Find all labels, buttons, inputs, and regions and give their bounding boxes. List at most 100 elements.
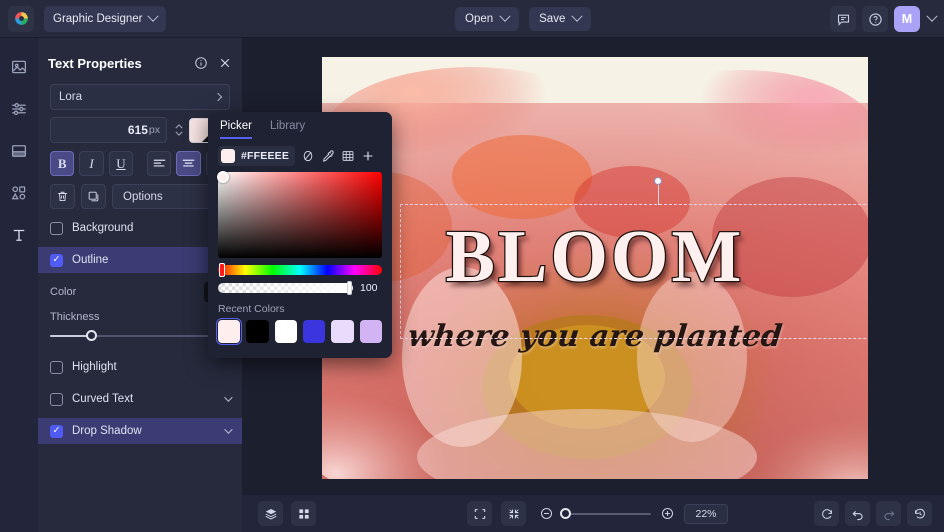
chevron-down-icon — [571, 10, 584, 22]
rail-item-adjust[interactable] — [6, 96, 32, 122]
close-panel-button[interactable] — [218, 56, 232, 70]
zoom-level-value: 22% — [695, 507, 717, 520]
alpha-value: 100 — [360, 282, 378, 294]
rail-item-layout[interactable] — [6, 138, 32, 164]
grid-palette-icon — [342, 151, 354, 161]
help-circle-icon — [868, 12, 882, 26]
duplicate-icon — [88, 191, 99, 202]
open-button[interactable]: Open — [455, 7, 520, 31]
fit-screen-icon — [474, 508, 485, 519]
alpha-knob[interactable] — [347, 281, 352, 295]
rail-item-image[interactable] — [6, 54, 32, 80]
bottom-right-tools — [814, 501, 932, 526]
help-button[interactable] — [862, 6, 888, 32]
recent-color-swatch[interactable] — [274, 320, 297, 343]
hue-knob[interactable] — [219, 263, 225, 277]
zoom-level-input[interactable]: 22% — [684, 503, 728, 524]
comment-button[interactable] — [830, 6, 856, 32]
effect-row-curved-text[interactable]: Curved Text — [38, 386, 242, 412]
picker-tabs: Picker Library — [218, 120, 382, 139]
info-button[interactable] — [194, 56, 208, 70]
tab-picker[interactable]: Picker — [220, 120, 252, 139]
refresh-button[interactable] — [814, 501, 839, 526]
redo-button[interactable] — [876, 501, 901, 526]
top-center-actions: Open Save — [455, 7, 592, 31]
tab-library[interactable]: Library — [270, 120, 305, 139]
outline-checkbox[interactable] — [50, 253, 63, 267]
zoom-slider-knob[interactable] — [560, 507, 571, 519]
document-name-label: Graphic Designer — [53, 12, 143, 25]
sv-cursor[interactable] — [217, 171, 229, 183]
add-color-button[interactable] — [360, 149, 375, 164]
slider-track[interactable] — [50, 330, 230, 341]
recent-colors-list — [215, 318, 382, 345]
recent-color-swatch[interactable] — [359, 320, 382, 343]
undo-button[interactable] — [845, 501, 870, 526]
shrink-button[interactable] — [501, 501, 526, 526]
drop-shadow-checkbox[interactable] — [50, 424, 63, 438]
palette-grid-button[interactable] — [340, 149, 355, 164]
text-style-buttons: B I U — [50, 151, 231, 176]
font-size-stepper[interactable] — [175, 124, 183, 136]
zoom-in-icon — [661, 507, 674, 520]
effect-row-drop-shadow[interactable]: Drop Shadow — [38, 418, 242, 444]
zoom-in-button[interactable] — [660, 506, 675, 521]
font-family-select[interactable]: Lora — [50, 84, 230, 110]
page-title: Text Properties — [48, 55, 142, 71]
stepper-up-icon[interactable] — [175, 124, 183, 129]
panel-header-icons — [194, 56, 232, 70]
duplicate-button[interactable] — [81, 184, 106, 209]
slider-knob[interactable] — [85, 330, 97, 341]
fit-screen-button[interactable] — [467, 501, 492, 526]
color-wheel-logo-icon — [14, 12, 28, 25]
history-icon — [914, 508, 925, 518]
redo-icon — [883, 510, 894, 520]
zoom-slider[interactable] — [560, 507, 651, 519]
layers-button[interactable] — [258, 501, 283, 526]
avatar[interactable]: M — [894, 6, 920, 32]
recent-color-swatch[interactable] — [331, 320, 354, 343]
history-button[interactable] — [907, 501, 932, 526]
align-center-button[interactable] — [176, 151, 201, 176]
chevron-down-icon[interactable] — [224, 425, 233, 434]
recent-colors-label: Recent Colors — [218, 303, 285, 315]
grid-view-icon — [298, 508, 309, 519]
background-checkbox[interactable] — [50, 221, 63, 235]
chevron-down-icon[interactable] — [224, 393, 233, 402]
grid-view-button[interactable] — [291, 501, 316, 526]
bold-button[interactable]: B — [50, 151, 75, 176]
account-chevron-down-icon[interactable] — [926, 10, 938, 22]
align-left-button[interactable] — [146, 151, 172, 176]
alpha-slider[interactable] — [218, 281, 353, 295]
rail-item-shapes[interactable] — [6, 180, 32, 206]
rail-item-text[interactable] — [6, 222, 32, 248]
recent-color-swatch[interactable] — [302, 320, 326, 343]
highlight-checkbox[interactable] — [50, 360, 63, 374]
recent-color-swatch[interactable] — [215, 318, 243, 345]
layout-icon — [11, 145, 27, 157]
app-logo[interactable] — [8, 5, 34, 32]
italic-button[interactable]: I — [79, 151, 104, 176]
recent-color-swatch[interactable] — [246, 320, 269, 343]
saturation-value-area[interactable] — [217, 171, 382, 258]
eyedropper-button[interactable] — [320, 149, 335, 164]
delete-button[interactable] — [50, 184, 75, 209]
zoom-out-button[interactable] — [539, 506, 554, 521]
document-name-menu[interactable]: Graphic Designer — [44, 5, 167, 32]
color-picker-popover[interactable]: Picker Library #FFEEEE 100 Recent Colors — [208, 112, 392, 358]
options-row: Options — [50, 184, 230, 209]
underline-label: U — [116, 155, 126, 171]
curved-text-checkbox[interactable] — [50, 392, 63, 406]
effect-row-highlight[interactable]: Highlight — [38, 354, 242, 380]
trash-icon — [58, 191, 67, 202]
font-size-input[interactable]: 615 px — [50, 117, 167, 143]
app-root: Graphic Designer Open Save M Text Proper… — [0, 0, 944, 532]
outline-thickness-label: Thickness — [50, 311, 100, 323]
underline-button[interactable]: U — [108, 151, 134, 176]
save-button[interactable]: Save — [529, 7, 592, 31]
artboard[interactable]: BLOOM where you are planted — [322, 57, 868, 479]
hue-slider[interactable] — [218, 263, 382, 277]
hex-input[interactable]: #FFEEEE — [218, 146, 296, 166]
stepper-down-icon[interactable] — [175, 131, 183, 136]
no-color-button[interactable] — [300, 149, 315, 164]
